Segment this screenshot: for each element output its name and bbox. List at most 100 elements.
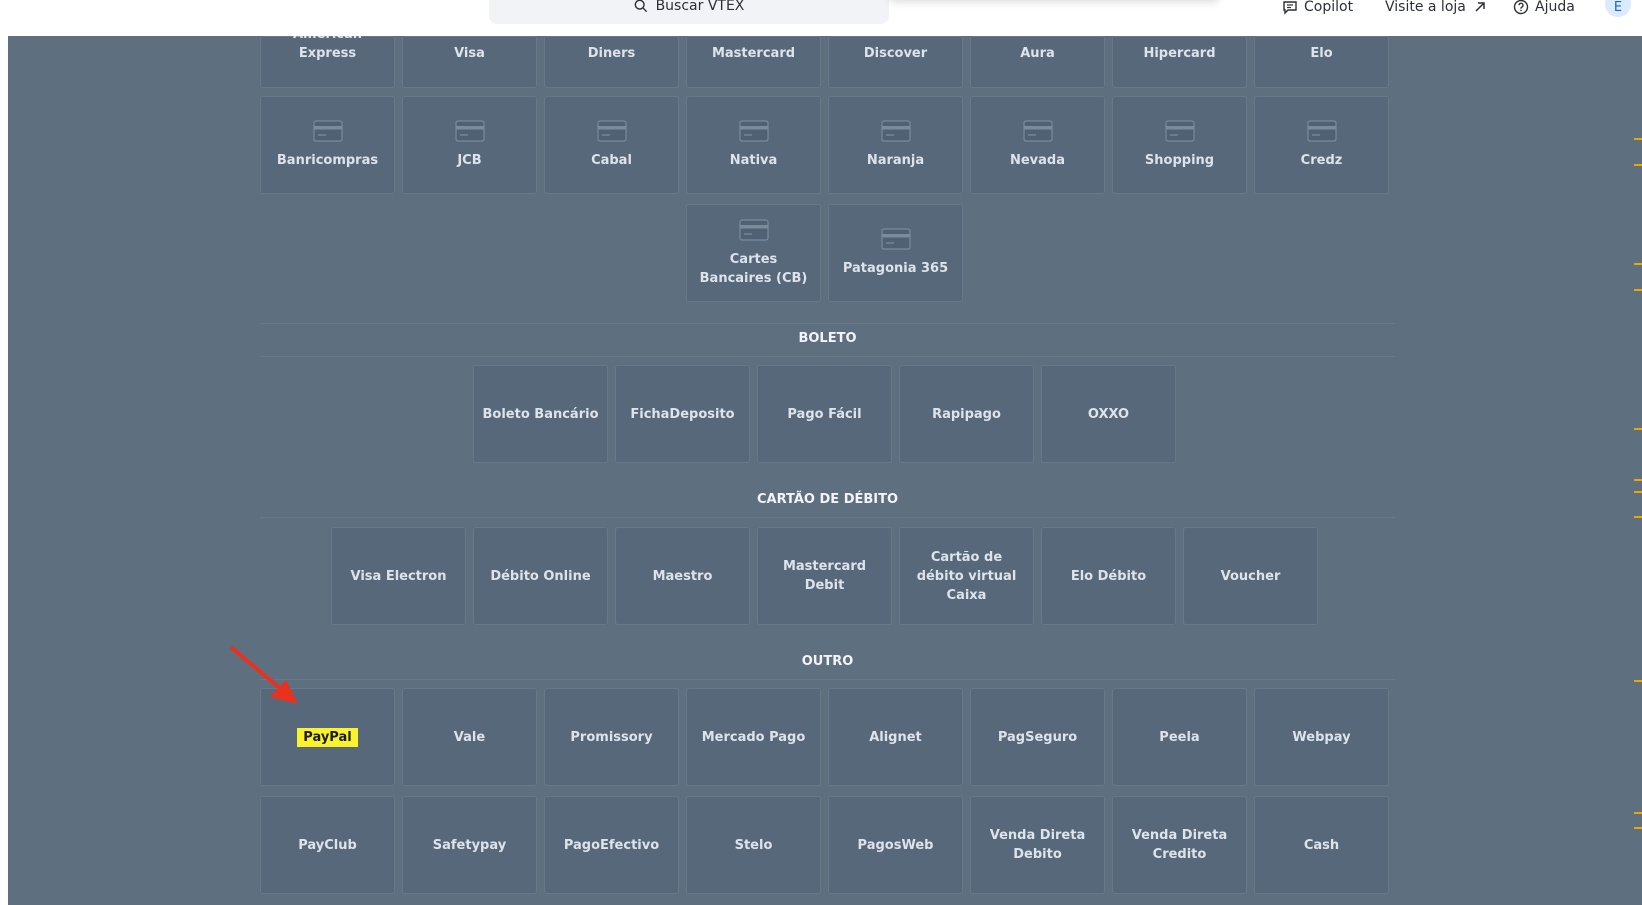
payment-method-shopping[interactable]: Shopping	[1112, 96, 1247, 194]
scroll-marker	[1634, 516, 1642, 518]
payment-method-label: Webpay	[1292, 729, 1351, 745]
payment-method-visa[interactable]: Visa	[402, 36, 537, 88]
payment-method-fichadeposito[interactable]: FichaDeposito	[615, 365, 750, 463]
payment-method-cartes-bancaires-cb-[interactable]: Cartes Bancaires (CB)	[686, 204, 821, 302]
payment-method-visa-electron[interactable]: Visa Electron	[331, 527, 466, 625]
payment-method-rapipago[interactable]: Rapipago	[899, 365, 1034, 463]
scroll-marker	[1634, 164, 1642, 166]
payment-method-label: Hipercard	[1143, 46, 1216, 61]
payment-method-label: JCB	[457, 153, 482, 168]
credit-card-icon	[454, 120, 485, 142]
payment-method-label: Rapipago	[932, 406, 1001, 422]
payment-method-american-express[interactable]: American Express	[260, 27, 395, 88]
payment-method-naranja[interactable]: Naranja	[828, 96, 963, 194]
payment-method-label: PayClub	[298, 837, 357, 853]
scroll-marker	[1634, 812, 1642, 814]
payment-method-nevada[interactable]: Nevada	[970, 96, 1105, 194]
visit-store-link[interactable]: Visite a loja	[1385, 0, 1488, 14]
payment-method-pago-f-cil[interactable]: Pago Fácil	[757, 365, 892, 463]
payment-method-label: Voucher	[1220, 568, 1281, 584]
payment-method-mastercard-debit[interactable]: Mastercard Debit	[757, 527, 892, 625]
copilot-icon	[1283, 1, 1297, 15]
avatar[interactable]: E	[1605, 0, 1631, 17]
payment-method-cash[interactable]: Cash	[1254, 796, 1389, 894]
credit-card-icon	[1022, 120, 1053, 142]
scroll-marker	[1634, 479, 1642, 481]
payment-method-label: Discover	[863, 46, 928, 61]
payment-method-cart-o-de-d-bito-virtual-caixa[interactable]: Cartão de débito virtual Caixa	[899, 527, 1034, 625]
payment-method-stelo[interactable]: Stelo	[686, 796, 821, 894]
payment-method-boleto-banc-rio[interactable]: Boleto Bancário	[473, 365, 608, 463]
payment-method-label: FichaDeposito	[630, 406, 735, 422]
payment-method-label: Peela	[1159, 729, 1200, 745]
payment-method-label: Banricompras	[276, 153, 379, 168]
external-link-icon	[1475, 2, 1485, 12]
visit-store-label: Visite a loja	[1385, 0, 1466, 15]
payment-method-label: Cartão de débito virtual Caixa	[916, 549, 1017, 603]
payment-method-aura[interactable]: Aura	[970, 36, 1105, 88]
payment-method-label: Mastercard	[711, 46, 796, 61]
payment-method-credz[interactable]: Credz	[1254, 96, 1389, 194]
section-divider	[260, 356, 1395, 357]
payment-method-label: PagosWeb	[857, 837, 934, 853]
payment-method-label: Maestro	[652, 568, 713, 584]
left-panel-edge	[0, 36, 8, 905]
payment-method-venda-direta-debito[interactable]: Venda Direta Debito	[970, 796, 1105, 894]
payment-method-voucher[interactable]: Voucher	[1183, 527, 1318, 625]
payment-method-cabal[interactable]: Cabal	[544, 96, 679, 194]
payment-method-venda-direta-credito[interactable]: Venda Direta Credito	[1112, 796, 1247, 894]
help-label: Ajuda	[1535, 0, 1575, 15]
payment-method-peela[interactable]: Peela	[1112, 688, 1247, 786]
payment-method-payclub[interactable]: PayClub	[260, 796, 395, 894]
search-icon	[634, 0, 647, 13]
section-divider	[260, 679, 1395, 680]
arrow-annotation-icon	[230, 646, 298, 704]
payment-method-promissory[interactable]: Promissory	[544, 688, 679, 786]
section-divider	[260, 517, 1395, 518]
payment-method-label: Mastercard Debit	[782, 559, 867, 593]
payment-method-label: PagSeguro	[997, 729, 1078, 745]
payment-method-elo-d-bito[interactable]: Elo Débito	[1041, 527, 1176, 625]
payment-method-label: PagoEfectivo	[563, 837, 660, 853]
payment-method-alignet[interactable]: Alignet	[828, 688, 963, 786]
scroll-marker	[1634, 263, 1642, 265]
payment-method-banricompras[interactable]: Banricompras	[260, 96, 395, 194]
scroll-marker	[1634, 680, 1642, 682]
payment-method-vale[interactable]: Vale	[402, 688, 537, 786]
payment-method-label: Vale	[453, 729, 486, 745]
payment-method-elo[interactable]: Elo	[1254, 36, 1389, 88]
payment-method-pagoefectivo[interactable]: PagoEfectivo	[544, 796, 679, 894]
payment-method-maestro[interactable]: Maestro	[615, 527, 750, 625]
payment-method-label: Pago Fácil	[787, 406, 862, 422]
payment-method-diners[interactable]: Diners	[544, 36, 679, 88]
payment-method-label: Shopping	[1144, 153, 1215, 168]
payment-method-label: Nativa	[729, 153, 778, 168]
section-title-debit: CARTÃO DE DÉBITO	[756, 492, 899, 507]
payment-method-safetypay[interactable]: Safetypay	[402, 796, 537, 894]
help-button[interactable]: Ajuda	[1513, 0, 1575, 15]
payment-method-patagonia-365[interactable]: Patagonia 365	[828, 204, 963, 302]
credit-card-icon	[1306, 120, 1337, 142]
credit-card-icon	[596, 120, 627, 142]
payment-method-mercado-pago[interactable]: Mercado Pago	[686, 688, 821, 786]
payment-method-jcb[interactable]: JCB	[402, 96, 537, 194]
top-bar: Buscar VTEX Copilot Visite a loja Ajuda …	[0, 0, 1642, 36]
payment-method-label: Aura	[1020, 46, 1055, 61]
payment-method-webpay[interactable]: Webpay	[1254, 688, 1389, 786]
payment-method-mastercard[interactable]: Mastercard	[686, 36, 821, 88]
payment-method-label: Cabal	[591, 153, 632, 168]
payment-method-label: Venda Direta Credito	[1131, 828, 1228, 862]
payment-method-label: Cartes Bancaires (CB)	[699, 251, 808, 286]
payment-method-label: Stelo	[734, 837, 773, 853]
payment-method-label: PayPal	[297, 727, 358, 747]
payment-method-pagseguro[interactable]: PagSeguro	[970, 688, 1105, 786]
search-bar[interactable]: Buscar VTEX	[489, 0, 889, 24]
payment-method-label: Mercado Pago	[701, 729, 806, 745]
payment-method-nativa[interactable]: Nativa	[686, 96, 821, 194]
payment-method-discover[interactable]: Discover	[828, 36, 963, 88]
payment-method-pagosweb[interactable]: PagosWeb	[828, 796, 963, 894]
copilot-button[interactable]: Copilot	[1282, 0, 1353, 15]
payment-method-d-bito-online[interactable]: Débito Online	[473, 527, 608, 625]
payment-method-hipercard[interactable]: Hipercard	[1112, 36, 1247, 88]
payment-method-oxxo[interactable]: OXXO	[1041, 365, 1176, 463]
